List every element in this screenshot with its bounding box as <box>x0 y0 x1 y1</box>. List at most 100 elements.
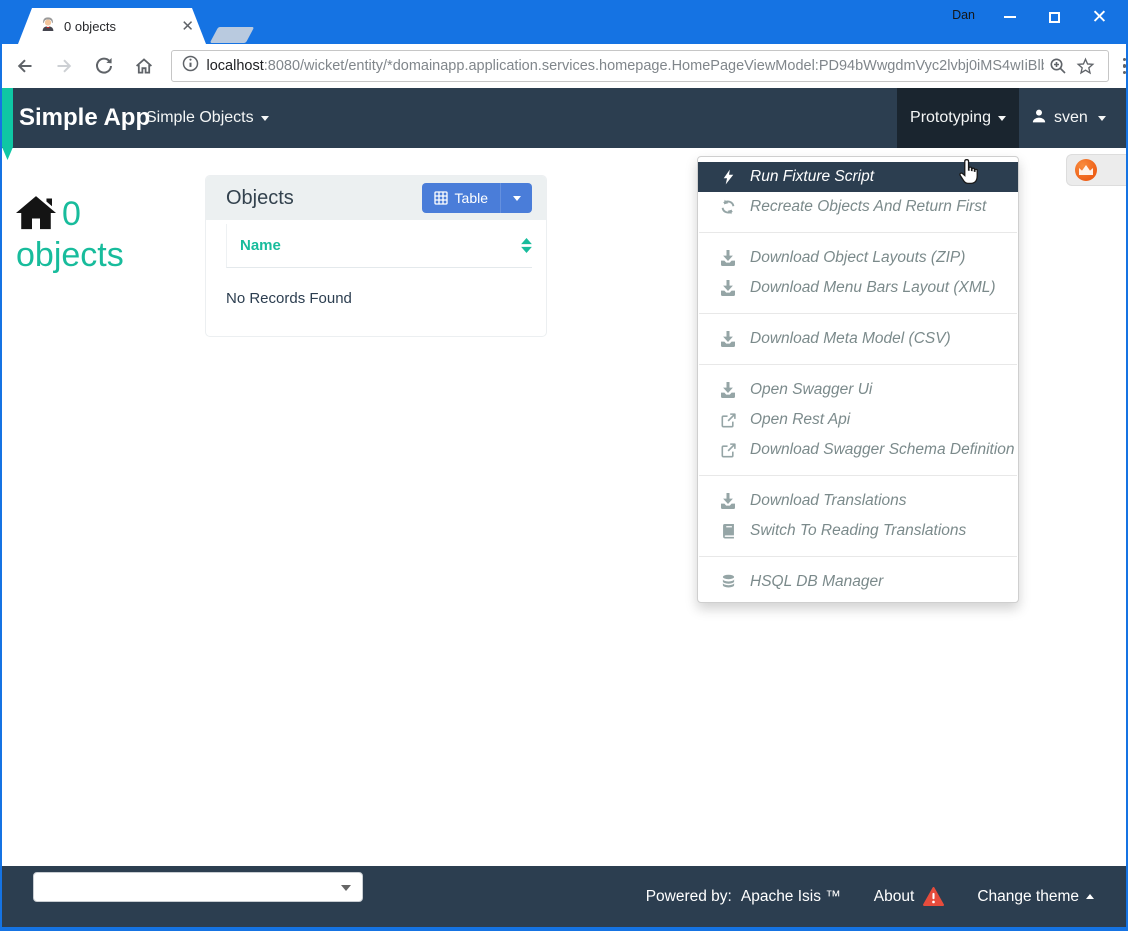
view-mode-button[interactable]: Table <box>422 183 532 213</box>
change-theme-link[interactable]: Change theme <box>977 888 1079 906</box>
menu-item-switch-translations[interactable]: Switch To Reading Translations <box>698 516 1018 546</box>
chrome-profile-name[interactable]: Dan <box>952 8 975 22</box>
menu-item-label: Download Menu Bars Layout (XML) <box>750 279 996 297</box>
menu-divider <box>699 556 1017 557</box>
bolt-icon <box>718 169 738 185</box>
download-icon <box>718 331 738 347</box>
download-icon <box>718 250 738 266</box>
menu-item-label: Open Swagger Ui <box>750 381 872 399</box>
favicon <box>40 16 56 37</box>
prototyping-menu: Run Fixture Script Recreate Objects And … <box>697 156 1019 603</box>
page-info-icon[interactable] <box>182 55 199 77</box>
chevron-down-icon <box>1098 116 1106 121</box>
menu-item-label: Switch To Reading Translations <box>750 522 966 540</box>
menu-divider <box>699 364 1017 365</box>
powered-by-label: Powered by: <box>646 888 732 906</box>
url-bar[interactable]: localhost:8080/wicket/entity/*domainapp.… <box>171 50 1109 82</box>
app-footer: Powered by: Apache Isis ™ About Change t… <box>0 866 1128 927</box>
zoom-page-icon[interactable] <box>1044 49 1072 83</box>
menu-item-download-swagger-schema[interactable]: Download Swagger Schema Definition <box>698 435 1018 465</box>
nav-prototyping-label: Prototyping <box>910 109 991 127</box>
menu-item-download-translations[interactable]: Download Translations <box>698 486 1018 516</box>
menu-item-open-rest-api[interactable]: Open Rest Api <box>698 405 1018 435</box>
app-navbar: Simple App Simple Objects Prototyping sv… <box>0 88 1128 148</box>
browser-window: 0 objects ✕ Dan ✕ localhost:8080/wicke <box>0 0 1128 931</box>
view-mode-label: Table <box>455 190 488 206</box>
menu-divider <box>699 313 1017 314</box>
browser-titlebar: 0 objects ✕ Dan ✕ <box>0 0 1128 44</box>
url-path: :8080/wicket/entity/*domainapp.applicati… <box>264 58 1044 74</box>
nav-simple-objects-label: Simple Objects <box>146 109 254 127</box>
wicket-logo-icon[interactable] <box>1075 159 1097 181</box>
menu-item-label: Recreate Objects And Return First <box>750 198 986 216</box>
menu-item-label: Run Fixture Script <box>750 168 874 186</box>
wicket-debug-bar[interactable] <box>1066 154 1128 186</box>
database-icon <box>718 574 738 590</box>
objects-panel: Objects Table Name No Records Found <box>206 176 546 336</box>
close-icon: ✕ <box>1092 8 1108 27</box>
browser-tab[interactable]: 0 objects ✕ <box>18 8 206 44</box>
powered-by-link[interactable]: Apache Isis ™ <box>741 888 841 906</box>
nav-user-label: sven <box>1054 109 1088 127</box>
forward-button[interactable] <box>48 49 82 83</box>
new-tab-button[interactable] <box>210 27 255 43</box>
chevron-down-icon <box>261 116 269 121</box>
home-button[interactable] <box>127 49 161 83</box>
nav-user-menu[interactable]: sven <box>1031 88 1106 148</box>
menu-item-download-meta-model[interactable]: Download Meta Model (CSV) <box>698 324 1018 354</box>
maximize-icon <box>1049 12 1060 23</box>
menu-item-download-menubars-layout[interactable]: Download Menu Bars Layout (XML) <box>698 273 1018 303</box>
home-icon <box>16 196 56 230</box>
menu-item-recreate-objects[interactable]: Recreate Objects And Return First <box>698 192 1018 222</box>
menu-item-hsql-db-manager[interactable]: HSQL DB Manager <box>698 567 1018 597</box>
user-icon <box>1031 108 1047 129</box>
book-icon <box>718 524 738 539</box>
menu-item-label: Download Translations <box>750 492 907 510</box>
external-link-icon <box>718 443 738 458</box>
menu-divider <box>699 475 1017 476</box>
footer-select[interactable] <box>33 872 363 902</box>
menu-item-label: Download Object Layouts (ZIP) <box>750 249 965 267</box>
download-icon <box>718 280 738 296</box>
bookmark-star-icon[interactable] <box>1072 49 1100 83</box>
maximize-button[interactable] <box>1032 4 1077 30</box>
refresh-icon <box>718 199 738 215</box>
sort-icon[interactable] <box>521 238 532 253</box>
menu-divider <box>699 232 1017 233</box>
close-button[interactable]: ✕ <box>1077 4 1122 30</box>
about-link[interactable]: About <box>874 888 915 906</box>
objects-panel-header: Objects Table <box>206 176 546 220</box>
nav-prototyping[interactable]: Prototyping <box>897 88 1019 148</box>
back-button[interactable] <box>8 49 42 83</box>
theme-ribbon <box>2 88 13 160</box>
tab-close-icon[interactable]: ✕ <box>181 19 194 34</box>
panel-title: Objects <box>226 187 294 210</box>
homepage-summary: 0 objects <box>16 194 191 277</box>
warning-icon[interactable] <box>923 887 944 906</box>
empty-table-message: No Records Found <box>226 290 532 307</box>
nav-simple-objects[interactable]: Simple Objects <box>146 88 269 148</box>
menu-item-label: Open Rest Api <box>750 411 850 429</box>
chevron-down-icon <box>513 196 521 201</box>
table-grid-icon <box>434 191 448 205</box>
chevron-down-icon <box>341 885 351 891</box>
chevron-up-icon <box>1086 894 1094 899</box>
view-mode-table[interactable]: Table <box>422 190 500 206</box>
menu-item-open-swagger-ui[interactable]: Open Swagger Ui <box>698 375 1018 405</box>
menu-item-download-object-layouts[interactable]: Download Object Layouts (ZIP) <box>698 243 1018 273</box>
menu-item-label: Download Swagger Schema Definition <box>750 441 1015 459</box>
app-brand[interactable]: Simple App <box>19 88 150 148</box>
minimize-icon <box>1004 16 1016 18</box>
menu-item-run-fixture-script[interactable]: Run Fixture Script <box>698 162 1018 192</box>
column-header-name[interactable]: Name <box>226 224 532 268</box>
window-border <box>0 0 2 931</box>
reload-button[interactable] <box>87 49 121 83</box>
objects-table: Name No Records Found <box>206 224 546 307</box>
menu-item-label: Download Meta Model (CSV) <box>750 330 951 348</box>
minimize-button[interactable] <box>987 4 1032 30</box>
download-icon <box>718 382 738 398</box>
browser-toolbar: localhost:8080/wicket/entity/*domainapp.… <box>2 44 1126 88</box>
view-mode-dropdown[interactable] <box>500 183 532 213</box>
url-text: localhost:8080/wicket/entity/*domainapp.… <box>207 58 1044 74</box>
download-icon <box>718 493 738 509</box>
